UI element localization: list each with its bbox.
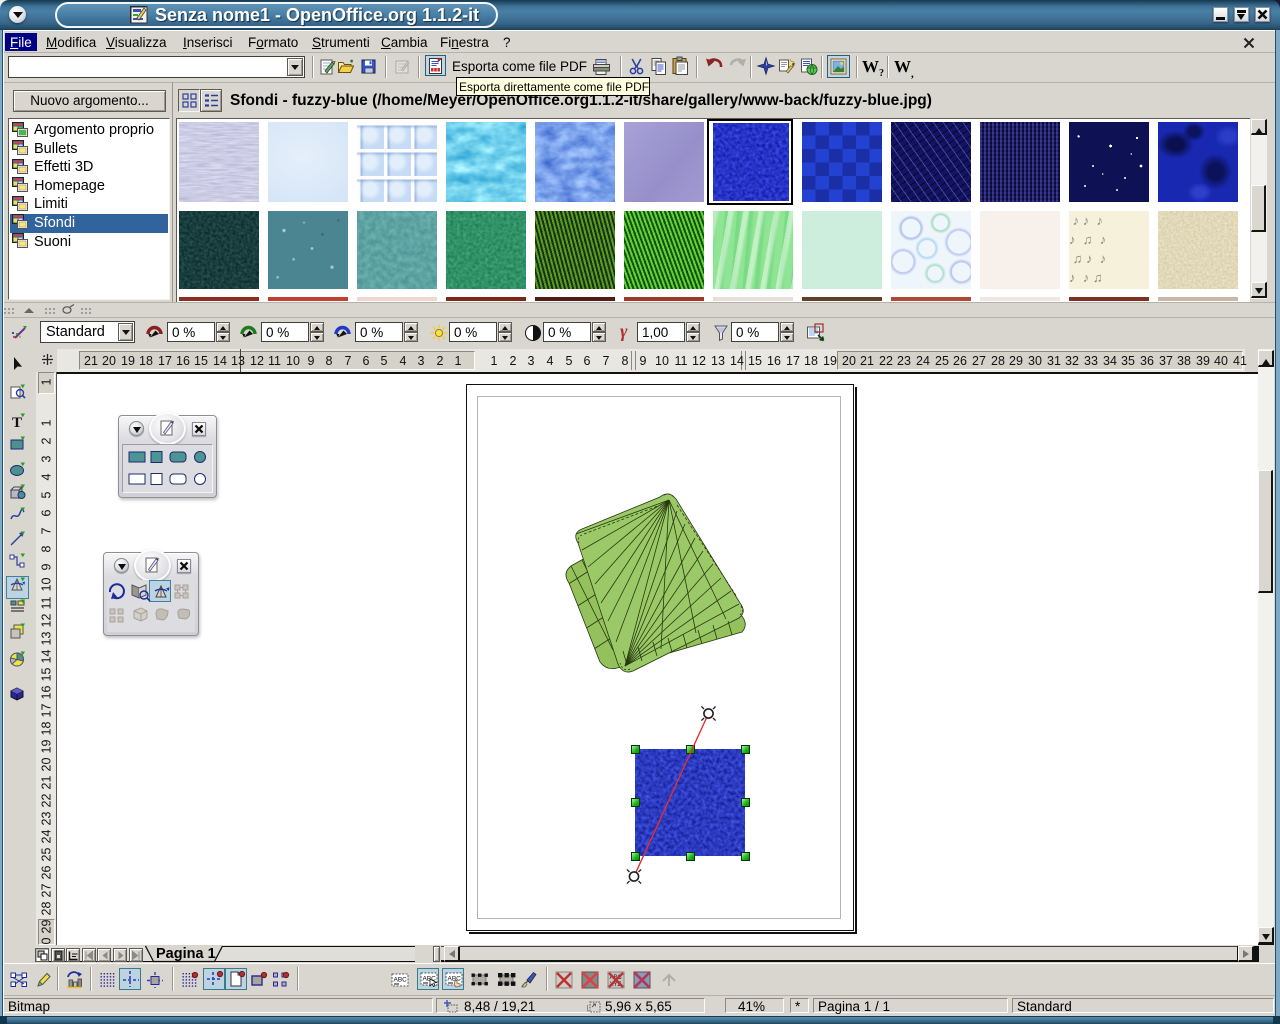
svg-text:ABC: ABC	[394, 977, 408, 984]
svg-text:T: T	[12, 415, 22, 431]
svg-text:ABC: ABC	[448, 976, 462, 983]
